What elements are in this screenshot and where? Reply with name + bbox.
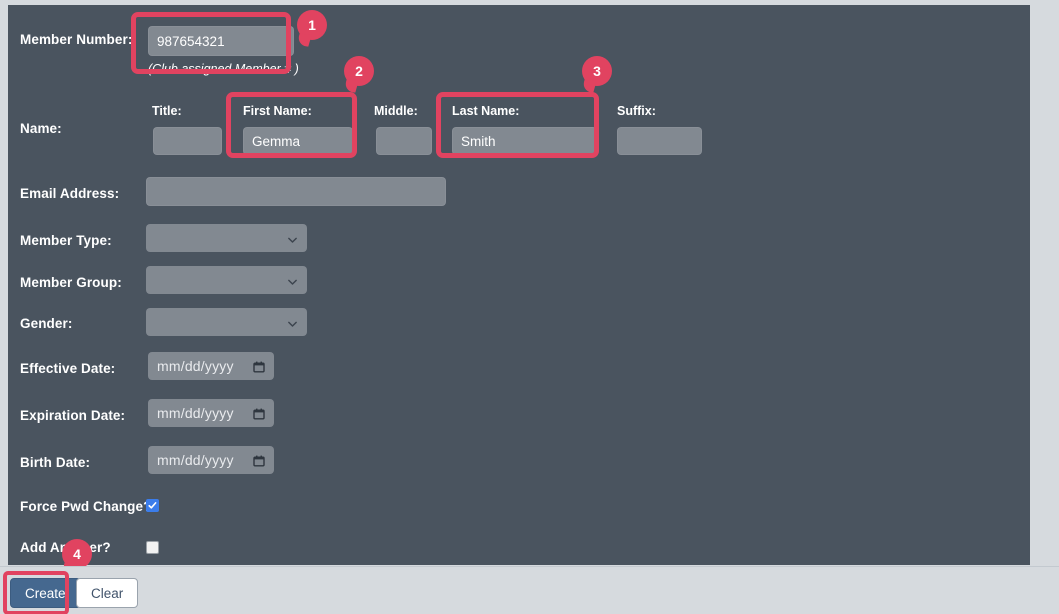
email-address-input[interactable] xyxy=(146,177,446,206)
clear-button[interactable]: Clear xyxy=(76,578,139,608)
member-create-form-screen: Member Number: (Club assigned Member # )… xyxy=(0,0,1059,614)
form-panel: Member Number: (Club assigned Member # )… xyxy=(8,5,1030,565)
member-group-select[interactable] xyxy=(146,266,307,294)
force-pwd-change-checkbox[interactable] xyxy=(146,499,159,512)
effective-date-value: mm/dd/yyyy xyxy=(157,358,234,374)
chevron-down-icon xyxy=(287,317,298,328)
annotation-badge-3-number: 3 xyxy=(593,63,601,79)
annotation-badge-1-number: 1 xyxy=(308,17,316,33)
expiration-date-input[interactable]: mm/dd/yyyy xyxy=(148,399,274,427)
force-pwd-change-label: Force Pwd Change? xyxy=(20,499,152,514)
expiration-date-value: mm/dd/yyyy xyxy=(157,405,234,421)
annotation-badge-4-number: 4 xyxy=(73,546,81,562)
annotation-badge-3: 3 xyxy=(582,56,612,86)
calendar-icon[interactable] xyxy=(253,360,265,373)
effective-date-label: Effective Date: xyxy=(20,361,116,376)
first-name-label: First Name: xyxy=(243,104,312,118)
title-input[interactable] xyxy=(153,127,222,155)
chevron-down-icon xyxy=(287,233,298,244)
member-type-select[interactable] xyxy=(146,224,307,252)
suffix-label: Suffix: xyxy=(617,104,656,118)
annotation-badge-1: 1 xyxy=(297,10,327,40)
gender-select[interactable] xyxy=(146,308,307,336)
annotation-badge-2-number: 2 xyxy=(355,63,363,79)
member-type-label: Member Type: xyxy=(20,233,112,248)
last-name-label: Last Name: xyxy=(452,104,520,118)
create-button[interactable]: Create xyxy=(10,578,81,608)
birth-date-input[interactable]: mm/dd/yyyy xyxy=(148,446,274,474)
title-label: Title: xyxy=(152,104,182,118)
expiration-date-label: Expiration Date: xyxy=(20,408,126,423)
middle-name-input[interactable] xyxy=(376,127,432,155)
member-number-input[interactable] xyxy=(148,26,294,56)
annotation-badge-2: 2 xyxy=(344,56,374,86)
email-address-label: Email Address: xyxy=(20,186,120,201)
calendar-icon[interactable] xyxy=(253,407,265,420)
birth-date-label: Birth Date: xyxy=(20,455,91,470)
annotation-badge-4: 4 xyxy=(62,539,92,569)
suffix-input[interactable] xyxy=(617,127,702,155)
birth-date-value: mm/dd/yyyy xyxy=(157,452,234,468)
name-label: Name: xyxy=(20,121,62,136)
calendar-icon[interactable] xyxy=(253,454,265,467)
last-name-input[interactable] xyxy=(452,127,597,155)
chevron-down-icon xyxy=(287,275,298,286)
middle-name-label: Middle: xyxy=(374,104,418,118)
member-number-helper-text: (Club assigned Member # ) xyxy=(148,62,299,76)
effective-date-input[interactable]: mm/dd/yyyy xyxy=(148,352,274,380)
gender-label: Gender: xyxy=(20,316,73,331)
form-footer: Create Clear xyxy=(0,566,1059,614)
member-number-label: Member Number: xyxy=(20,32,133,47)
member-group-label: Member Group: xyxy=(20,275,122,290)
first-name-input[interactable] xyxy=(243,127,353,155)
add-another-checkbox[interactable] xyxy=(146,541,159,554)
